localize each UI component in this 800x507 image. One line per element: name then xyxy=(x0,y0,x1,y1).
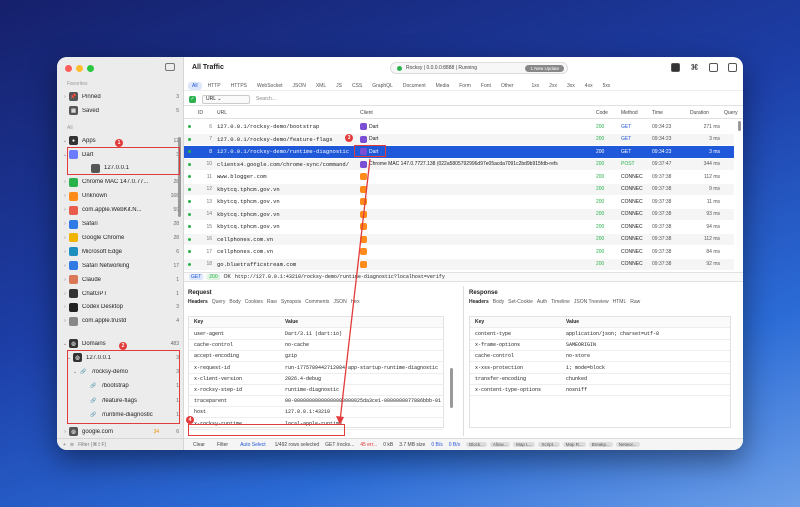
app-window: Favorites › 📌 Pinned 3 ▤ Saved 5 All ⌄ ●… xyxy=(57,57,743,450)
annotation-arrow xyxy=(336,158,371,425)
arrow-head xyxy=(336,416,344,425)
arrow-line xyxy=(339,158,371,422)
